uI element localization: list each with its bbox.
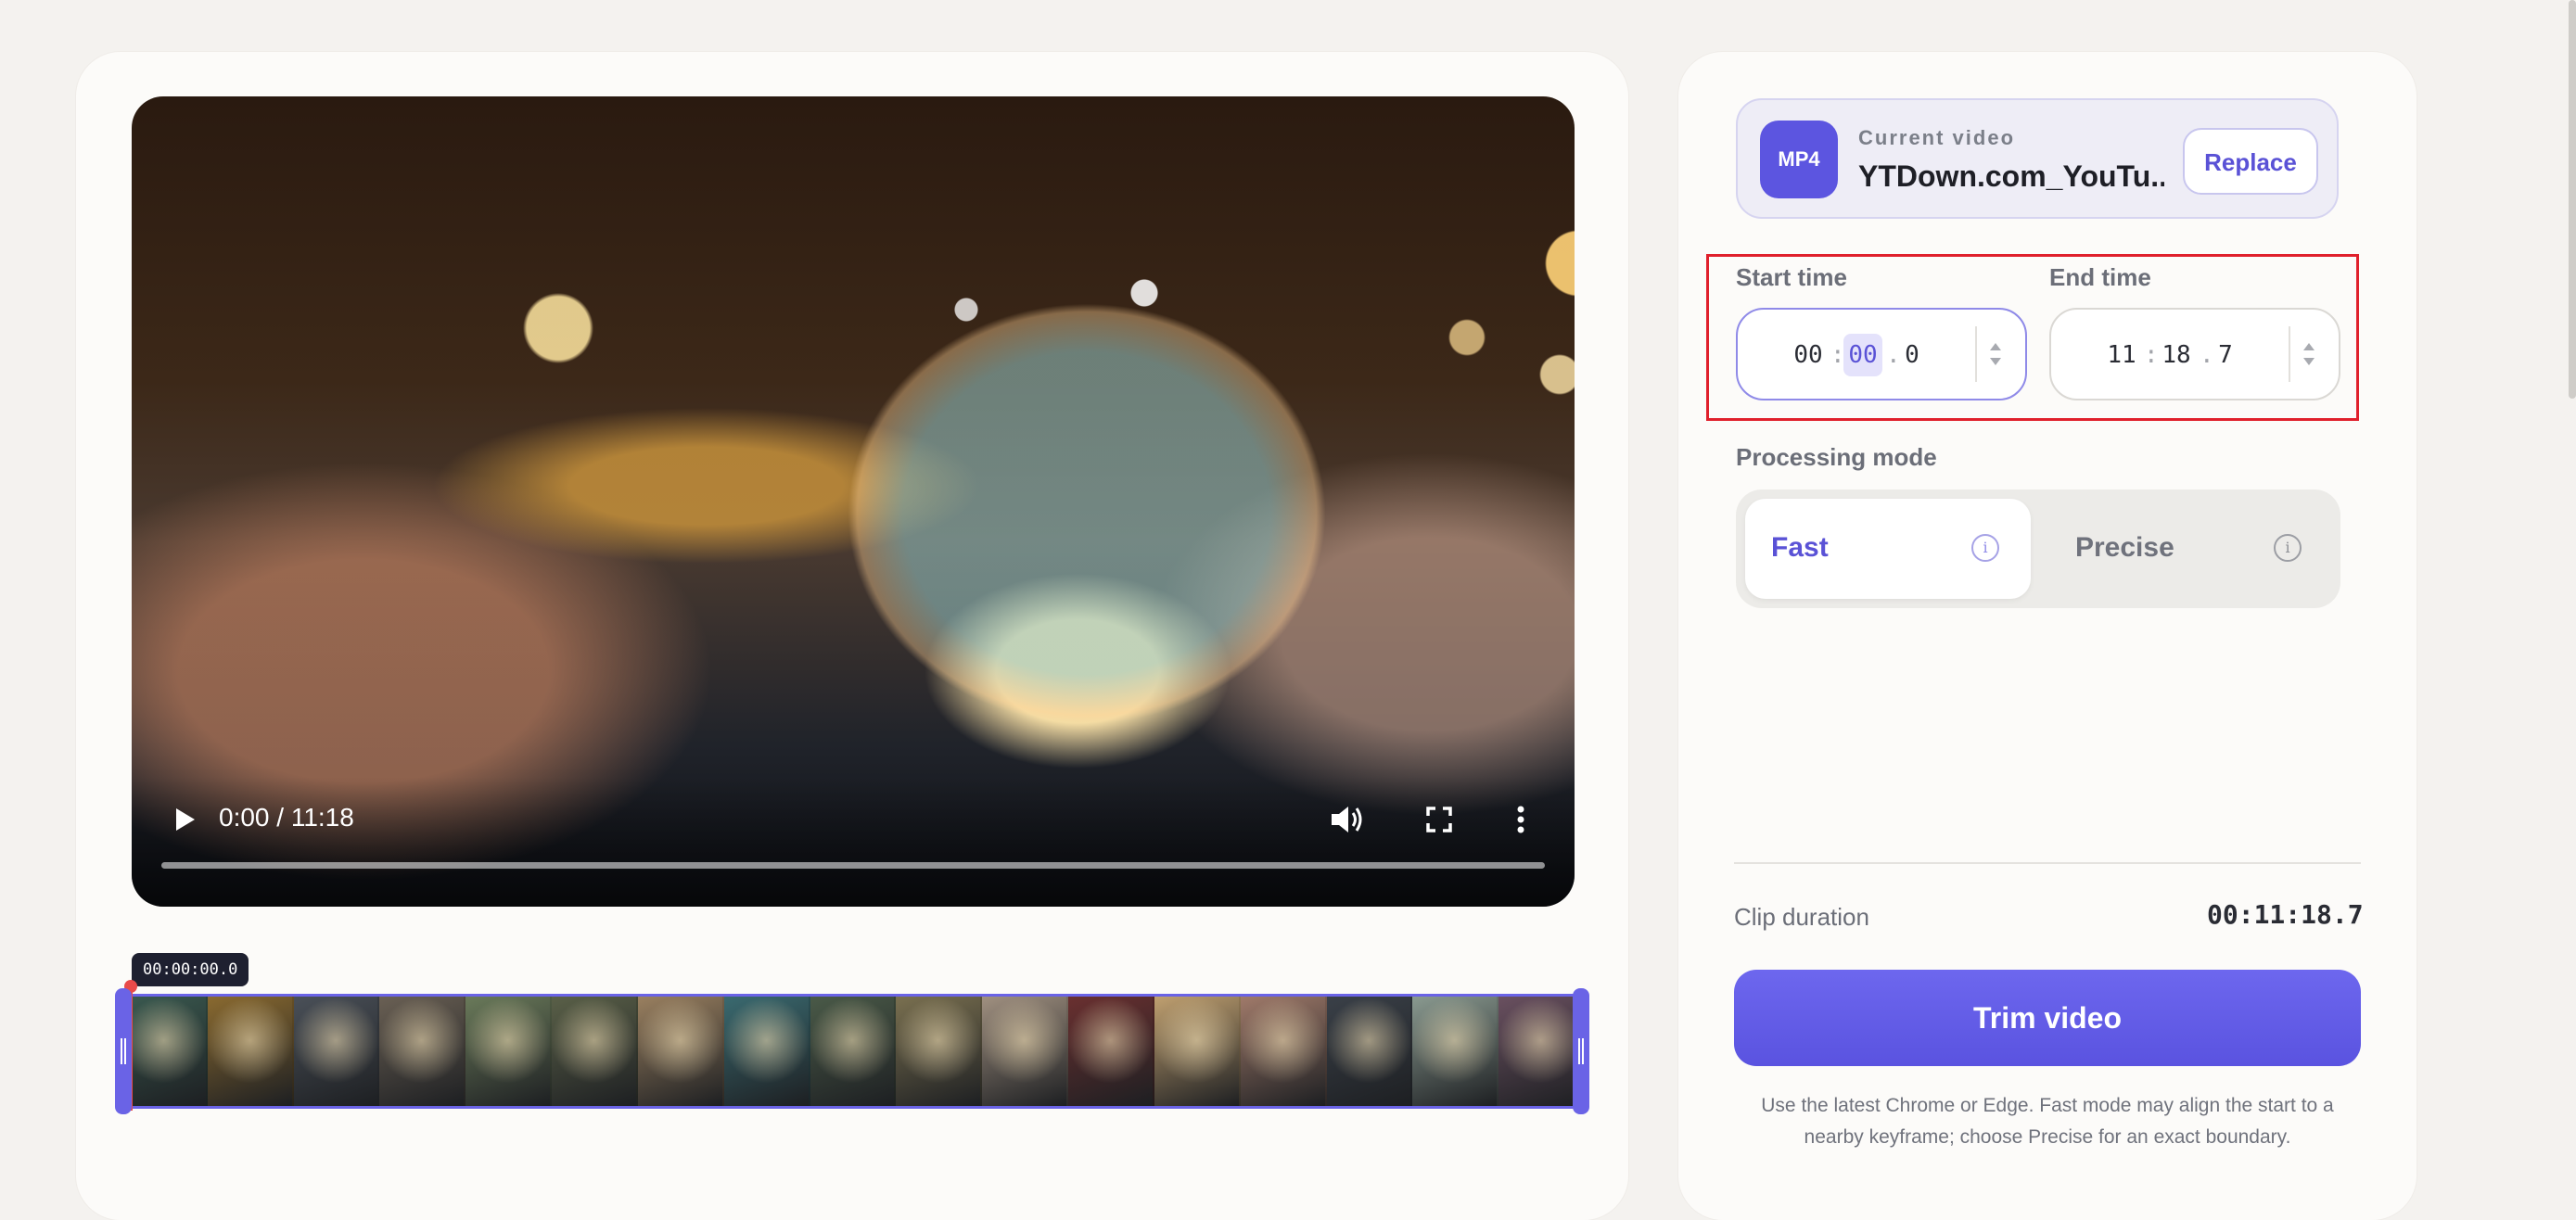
end-time-input[interactable]: 11 : 18 . 7: [2049, 308, 2340, 400]
chevron-up-icon[interactable]: [1990, 343, 2001, 350]
filmstrip-frame: [982, 997, 1069, 1106]
mode-precise-label: Precise: [2075, 532, 2174, 563]
start-tenths[interactable]: 0: [1901, 334, 1923, 376]
filmstrip-frame: [293, 997, 380, 1106]
filmstrip-frame: [1326, 997, 1413, 1106]
video-player[interactable]: 0:00 / 11:18: [132, 96, 1575, 907]
more-vertical-icon: [1517, 806, 1524, 833]
more-options-button[interactable]: [1510, 801, 1532, 838]
mode-fast-option[interactable]: Fast i: [1745, 499, 2031, 599]
start-seconds[interactable]: 00: [1843, 334, 1882, 376]
replace-button[interactable]: Replace: [2183, 128, 2318, 195]
mode-precise-option[interactable]: Precise i: [2047, 499, 2333, 599]
end-tenths[interactable]: 7: [2214, 334, 2237, 376]
clip-duration-label: Clip duration: [1734, 903, 1869, 931]
file-type-badge: MP4: [1760, 121, 1838, 198]
current-video-label: Current video: [1858, 126, 2016, 149]
processing-mode-toggle: Fast i Precise i: [1736, 489, 2340, 608]
trim-video-button[interactable]: Trim video: [1734, 970, 2361, 1066]
filmstrip-frame: [465, 997, 553, 1106]
processing-mode-label: Processing mode: [1736, 443, 1937, 471]
volume-icon: [1332, 807, 1362, 832]
start-time-stepper[interactable]: [1975, 326, 2005, 382]
play-icon: [176, 808, 195, 831]
filmstrip-frame: [552, 997, 638, 1106]
chevron-down-icon[interactable]: [1990, 358, 2001, 365]
start-minutes[interactable]: 00: [1790, 334, 1827, 376]
filmstrip-frame: [1068, 997, 1154, 1106]
filmstrip-frame: [379, 997, 466, 1106]
filmstrip-frame: [810, 997, 897, 1106]
current-video-panel: MP4 Current video YTDown.com_YouTu... Re…: [1736, 98, 2339, 219]
time-readout: 0:00 / 11:18: [219, 803, 354, 832]
end-time-stepper[interactable]: [2289, 326, 2318, 382]
timeline-filmstrip[interactable]: [119, 994, 1588, 1109]
grip-icon: [1578, 1038, 1584, 1064]
filmstrip-frame: [121, 997, 208, 1106]
clip-duration-value: 00:11:18.7: [2207, 899, 2364, 930]
playhead-timestamp: 00:00:00.0: [132, 953, 249, 986]
page-scrollbar[interactable]: [2569, 0, 2576, 399]
info-icon[interactable]: i: [1971, 534, 1999, 562]
filmstrip-frame: [896, 997, 983, 1106]
grip-icon: [121, 1038, 126, 1064]
filmstrip-frame: [1240, 997, 1327, 1106]
divider: [1734, 862, 2361, 864]
info-icon[interactable]: i: [2274, 534, 2302, 562]
trim-start-handle[interactable]: [115, 988, 132, 1114]
help-text: Use the latest Chrome or Edge. Fast mode…: [1761, 1095, 2334, 1148]
fullscreen-icon: [1426, 807, 1452, 832]
controls-shade: [132, 777, 1575, 907]
chevron-down-icon[interactable]: [2303, 358, 2315, 365]
chevron-up-icon[interactable]: [2303, 343, 2315, 350]
dot-separator: .: [1886, 341, 1901, 369]
start-time-label: Start time: [1736, 263, 1847, 291]
play-button[interactable]: [165, 801, 202, 838]
filmstrip-frame: [1412, 997, 1499, 1106]
filmstrip-frame: [637, 997, 724, 1106]
volume-button[interactable]: [1326, 801, 1367, 838]
video-progress-bar[interactable]: [161, 862, 1545, 869]
start-time-input[interactable]: 00 : 00 . 0: [1736, 308, 2027, 400]
dot-separator: .: [2200, 341, 2214, 369]
trim-end-handle[interactable]: [1573, 988, 1589, 1114]
file-name: YTDown.com_YouTu...: [1858, 159, 2164, 193]
filmstrip-frame: [1154, 997, 1241, 1106]
end-seconds[interactable]: 18: [2157, 334, 2196, 376]
end-minutes[interactable]: 11: [2103, 334, 2140, 376]
fullscreen-button[interactable]: [1421, 801, 1458, 838]
end-time-label: End time: [2049, 263, 2151, 291]
filmstrip-frame: [723, 997, 810, 1106]
mode-fast-label: Fast: [1771, 532, 1829, 563]
filmstrip-frame: [207, 997, 294, 1106]
